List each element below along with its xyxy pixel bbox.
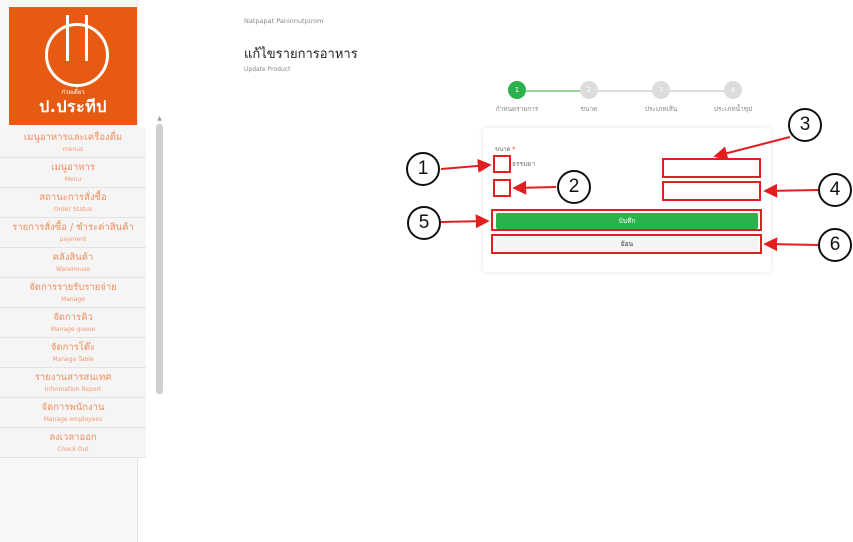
step-label: กำหนดรายการ — [495, 105, 539, 113]
callout-1: 1 — [406, 152, 440, 186]
back-button[interactable]: ย้อน — [496, 237, 758, 251]
step-4[interactable]: 4 ประเภทน้ำซุป — [703, 78, 763, 114]
sidebar-item-label: จัดการพนักงาน — [41, 402, 105, 413]
option-normal-label: ธรรมดา — [512, 160, 536, 168]
page-subtitle: Update Product — [244, 66, 291, 73]
logo-name: ป.ประทีป — [39, 97, 107, 116]
price-input-1[interactable] — [662, 158, 761, 178]
progress-stepper: 1 กำหนดรายการ 2 ขนาด 3 ประเภทเส้น 4 ประเ… — [490, 78, 760, 118]
arrow-6 — [763, 237, 821, 252]
user-name: Natpapat Paninnutpirom — [244, 17, 324, 25]
step-3[interactable]: 3 ประเภทเส้น — [631, 78, 691, 114]
sidebar-item-label: เมนูอาหาร — [51, 162, 95, 173]
sidebar-item-sublabel: Manage queue — [50, 326, 96, 333]
sidebar-item-label: สถานะการสั่งซื้อ — [39, 192, 107, 203]
sidebar-item-label: รายการสั่งซื้อ / ชำระค่าสินค้า — [12, 222, 134, 233]
arrow-5 — [440, 214, 490, 229]
bowl-icon — [45, 23, 109, 87]
step-label: ขนาด — [580, 105, 598, 113]
step-number: 2 — [580, 81, 598, 99]
sidebar-item-sublabel: Manage employees — [43, 416, 103, 423]
sidebar-item-sublabel: Order Status — [53, 206, 93, 213]
step-number: 1 — [508, 81, 526, 99]
sidebar-item-manage-queue[interactable]: จัดการคิว Manage queue — [0, 308, 146, 338]
callout-2: 2 — [557, 170, 591, 204]
brand-logo[interactable]: ก๋วยเตี๋ยว ป.ประทีป — [9, 7, 137, 125]
price-input-2[interactable] — [662, 181, 761, 201]
sidebar-item-label: เมนูอาหารและเครื่องดื่ม — [23, 132, 123, 143]
sidebar-item-sublabel: Menu — [64, 176, 82, 183]
step-number: 3 — [652, 81, 670, 99]
arrow-4 — [763, 183, 819, 198]
sidebar-item-manage[interactable]: จัดการรายรับรายจ่าย Manage — [0, 278, 146, 308]
sidebar-item-sublabel: Manage Table — [52, 356, 94, 363]
step-number: 4 — [724, 81, 742, 99]
size-checkbox-2[interactable] — [493, 179, 511, 197]
arrow-1 — [440, 158, 492, 173]
required-mark: * — [512, 146, 516, 153]
sidebar-item-check-out[interactable]: ลงเวลาออก Check Out — [0, 428, 146, 458]
sidebar-item-sublabel: Check Out — [57, 446, 89, 453]
page-title: แก้ไขรายการอาหาร — [244, 47, 358, 62]
sidebar-scrollbar[interactable] — [156, 124, 163, 394]
save-button[interactable]: บันทึก — [496, 213, 758, 229]
sidebar-item-order-status[interactable]: สถานะการสั่งซื้อ Order Status — [0, 188, 146, 218]
sidebar-item-label: จัดการโต๊ะ — [50, 342, 96, 353]
sidebar-item-label: จัดการคิว — [53, 312, 93, 323]
sidebar-menu: เมนูอาหารและเครื่องดื่ม menus เมนูอาหาร … — [0, 128, 146, 458]
sidebar-item-warehouse[interactable]: คลังสินค้า WareHouse — [0, 248, 146, 278]
size-field-label: ขนาด * — [495, 144, 515, 154]
sidebar-item-menus[interactable]: เมนูอาหารและเครื่องดื่ม menus — [0, 128, 146, 158]
sidebar-item-label: คลังสินค้า — [52, 252, 94, 263]
sidebar-item-sublabel: menus — [62, 146, 84, 153]
sidebar-item-sublabel: Information Report — [44, 386, 102, 393]
sidebar-item-label: รายงานสารสนเทศ — [34, 372, 112, 383]
sidebar-item-label: จัดการรายรับรายจ่าย — [29, 282, 117, 293]
sidebar-item-manage-table[interactable]: จัดการโต๊ะ Manage Table — [0, 338, 146, 368]
scroll-up-arrow-icon[interactable]: ▲ — [156, 115, 163, 122]
step-label: ประเภทเส้น — [644, 105, 678, 113]
callout-6: 6 — [818, 228, 852, 262]
step-2[interactable]: 2 ขนาด — [559, 78, 619, 114]
sidebar-item-manage-employees[interactable]: จัดการพนักงาน Manage employees — [0, 398, 146, 428]
size-label-text: ขนาด — [495, 146, 511, 153]
callout-5: 5 — [407, 206, 441, 240]
sidebar-item-menu[interactable]: เมนูอาหาร Menu — [0, 158, 146, 188]
step-1[interactable]: 1 กำหนดรายการ — [487, 78, 547, 114]
size-checkbox-1[interactable] — [493, 155, 511, 173]
sidebar-item-label: ลงเวลาออก — [49, 432, 97, 443]
callout-3: 3 — [788, 108, 822, 142]
sidebar-item-information-report[interactable]: รายงานสารสนเทศ Information Report — [0, 368, 146, 398]
sidebar-item-payment[interactable]: รายการสั่งซื้อ / ชำระค่าสินค้า payment — [0, 218, 146, 248]
sidebar-item-sublabel: payment — [59, 236, 87, 243]
sidebar-item-sublabel: Manage — [61, 296, 85, 303]
callout-4: 4 — [818, 173, 852, 207]
sidebar-item-sublabel: WareHouse — [55, 266, 91, 273]
step-label: ประเภทน้ำซุป — [713, 105, 753, 113]
